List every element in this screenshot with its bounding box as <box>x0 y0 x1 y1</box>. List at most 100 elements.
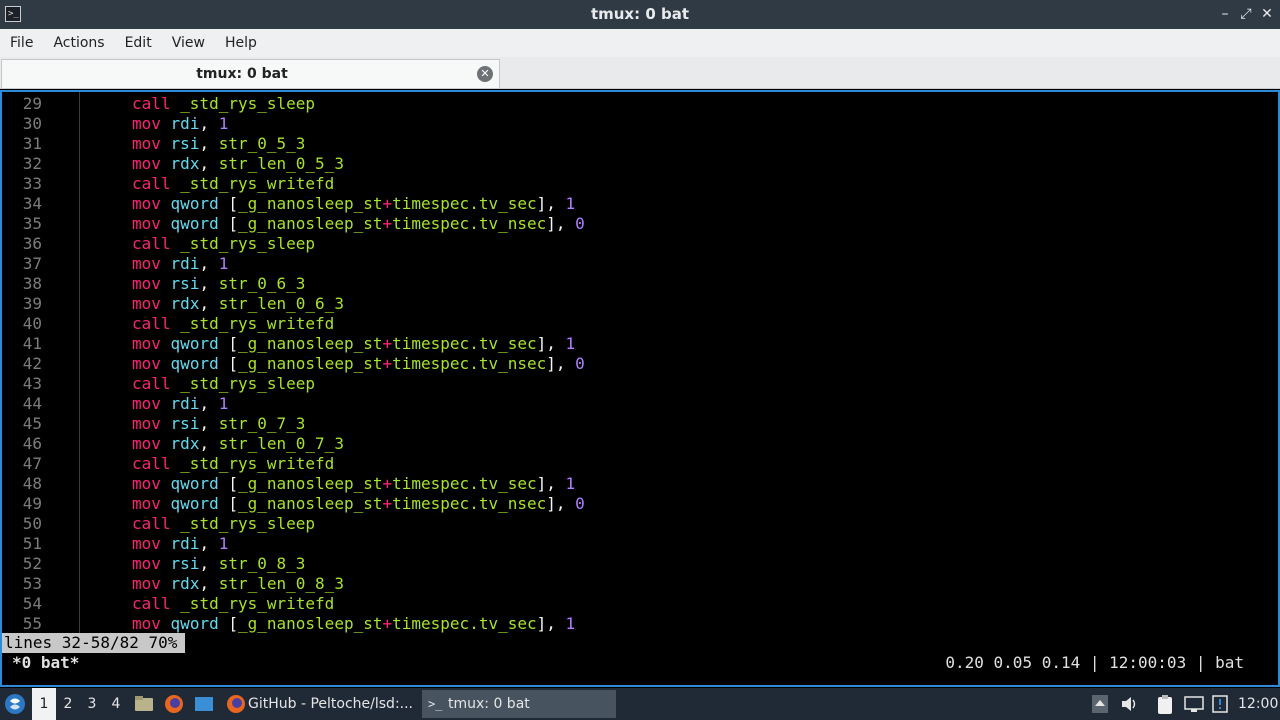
code-token: mov <box>132 554 161 573</box>
code-line: 32 mov rdx, str_len_0_5_3 <box>2 154 1278 174</box>
code-token: mov <box>132 254 161 273</box>
code-token: + <box>382 354 393 373</box>
menu-actions[interactable]: Actions <box>43 29 114 57</box>
code-token: , <box>199 154 219 173</box>
line-number: 45 <box>22 414 42 433</box>
code-token: _g_nanosleep_st <box>237 194 383 213</box>
menu-view[interactable]: View <box>162 29 215 57</box>
menu-bar: File Actions Edit View Help <box>0 29 1280 57</box>
code-token: + <box>382 474 393 493</box>
file-manager-icon[interactable] <box>134 694 153 712</box>
line-number: 38 <box>22 274 42 293</box>
minimize-button[interactable]: – <box>1216 5 1234 23</box>
task-tmux-label: tmux: 0 bat <box>448 696 530 712</box>
code-line: 43 call _std_rys_sleep <box>2 374 1278 394</box>
code-line: 55 mov qword [_g_nanosleep_st+timespec.tv… <box>2 614 1278 634</box>
code-token: rdx <box>170 434 200 453</box>
code-token: qword <box>170 214 219 233</box>
code-text: mov rsi, str_0_8_3 <box>132 554 305 574</box>
task-tmux[interactable]: >_ tmux: 0 bat <box>422 690 616 718</box>
network-icon[interactable] <box>1184 695 1204 713</box>
code-token: 1 <box>218 254 229 273</box>
code-text: call _std_rys_sleep <box>132 374 315 394</box>
code-token: timespec.tv_nsec <box>392 354 547 373</box>
terminal-view[interactable]: 29 call _std_rys_sleep 30 mov rdi, 1 31 mov r… <box>0 90 1280 687</box>
start-menu-icon[interactable] <box>4 688 30 720</box>
tmux-window-label[interactable]: *0 bat* <box>12 653 79 673</box>
code-token: 0 <box>575 354 585 373</box>
code-token: timespec.tv_sec <box>392 474 537 493</box>
code-token: rsi <box>170 274 200 293</box>
menu-edit[interactable]: Edit <box>115 29 162 57</box>
code-token: str_0_7_3 <box>218 414 306 433</box>
menu-file[interactable]: File <box>0 29 43 57</box>
code-token: call <box>132 374 171 393</box>
code-text: call _std_rys_writefd <box>132 454 334 474</box>
code-line: 54 call _std_rys_writefd <box>2 594 1278 614</box>
workspace-1[interactable]: 1 <box>32 688 56 720</box>
workspace-2[interactable]: 2 <box>56 688 80 720</box>
code-token: 1 <box>218 394 229 413</box>
code-line: 46 mov rdx, str_len_0_7_3 <box>2 434 1278 454</box>
code-token: ], <box>536 474 566 493</box>
line-number: 30 <box>22 114 42 133</box>
line-number: 46 <box>22 434 42 453</box>
workspace-4[interactable]: 4 <box>104 688 128 720</box>
code-line: 30 mov rdi, 1 <box>2 114 1278 134</box>
tray-up-arrow-icon[interactable] <box>1092 695 1110 713</box>
code-token: str_len_0_7_3 <box>218 434 344 453</box>
code-token: mov <box>132 214 161 233</box>
code-text: mov rsi, str_0_5_3 <box>132 134 305 154</box>
close-button[interactable]: ✕ <box>1258 5 1276 23</box>
code-line: 50 call _std_rys_sleep <box>2 514 1278 534</box>
notification-icon[interactable] <box>1212 695 1230 713</box>
code-token: timespec.tv_sec <box>392 334 537 353</box>
line-number: 42 <box>22 354 42 373</box>
workspace-3[interactable]: 3 <box>80 688 104 720</box>
code-token: timespec.tv_nsec <box>392 214 547 233</box>
firefox-icon <box>226 694 246 720</box>
tab-tmux[interactable]: tmux: 0 bat ✕ <box>1 59 500 88</box>
code-token: [ <box>218 334 238 353</box>
volume-icon[interactable] <box>1120 695 1138 713</box>
code-token: _std_rys_writefd <box>180 594 335 613</box>
firefox-icon[interactable] <box>164 694 183 713</box>
code-line: 29 call _std_rys_sleep <box>2 94 1278 114</box>
code-token: + <box>382 214 393 233</box>
code-token: [ <box>218 614 238 633</box>
menu-help[interactable]: Help <box>215 29 267 57</box>
code-token: call <box>132 314 171 333</box>
code-token: 0 <box>575 214 585 233</box>
code-token: qword <box>170 474 219 493</box>
code-text: call _std_rys_writefd <box>132 314 334 334</box>
line-number: 48 <box>22 474 42 493</box>
code-token: mov <box>132 474 161 493</box>
clipboard-icon[interactable] <box>1156 695 1174 714</box>
line-number: 29 <box>22 94 42 113</box>
maximize-button[interactable]: ⤢ <box>1237 5 1255 23</box>
code-line: 38 mov rsi, str_0_6_3 <box>2 274 1278 294</box>
code-token: [ <box>218 494 238 513</box>
code-text: mov rdx, str_len_0_5_3 <box>132 154 344 174</box>
code-token: rdi <box>170 394 200 413</box>
code-token: mov <box>132 574 161 593</box>
code-token: _g_nanosleep_st <box>237 354 383 373</box>
desktop-icon[interactable] <box>194 694 213 712</box>
code-line: 45 mov rsi, str_0_7_3 <box>2 414 1278 434</box>
task-github[interactable]: GitHub - Peltoche/lsd:... <box>222 690 418 718</box>
code-token: mov <box>132 114 161 133</box>
code-token: timespec.tv_nsec <box>392 494 547 513</box>
clock[interactable]: 12:00 <box>1238 688 1278 720</box>
code-line: 37 mov rdi, 1 <box>2 254 1278 274</box>
code-token: call <box>132 514 171 533</box>
tab-close-icon[interactable]: ✕ <box>477 66 493 82</box>
code-token: str_len_0_6_3 <box>218 294 344 313</box>
code-token: , <box>199 134 219 153</box>
line-number: 52 <box>22 554 42 573</box>
code-text: mov qword [_g_nanosleep_st+timespec.tv_s… <box>132 474 575 494</box>
code-area: 29 call _std_rys_sleep 30 mov rdi, 1 31 mov r… <box>2 94 1278 634</box>
